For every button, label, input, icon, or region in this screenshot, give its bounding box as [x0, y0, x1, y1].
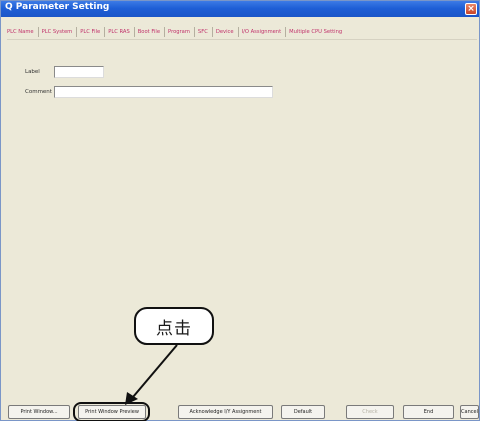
pointer-arrow-icon	[125, 344, 178, 405]
tab-boot-file[interactable]: Boot File	[133, 27, 164, 37]
tab-io-assignment[interactable]: I/O Assignment	[237, 27, 286, 37]
print-window-button[interactable]: Print Window...	[8, 405, 70, 419]
label-caption: Label	[25, 69, 40, 75]
end-button[interactable]: End	[403, 405, 454, 419]
close-button[interactable]: ×	[465, 3, 477, 15]
window-title: Q Parameter Setting	[5, 2, 110, 12]
tab-program[interactable]: Program	[164, 27, 194, 37]
tab-sfc[interactable]: SFC	[193, 27, 212, 37]
tab-device[interactable]: Device	[211, 27, 238, 37]
parameter-window: Q Parameter Setting × PLC Name PLC Syste…	[0, 0, 480, 421]
tab-bar: PLC Name PLC System PLC File PLC RAS Boo…	[7, 26, 352, 38]
cancel-button[interactable]: Cancel	[460, 405, 479, 419]
callout-text: 点击	[156, 318, 192, 339]
comment-input[interactable]	[54, 86, 273, 98]
label-input[interactable]	[54, 66, 104, 78]
title-bar[interactable]: Q Parameter Setting ×	[1, 1, 479, 17]
comment-caption: Comment	[25, 89, 52, 95]
tab-plc-ras[interactable]: PLC RAS	[104, 27, 134, 37]
tab-plc-name[interactable]: PLC Name	[7, 27, 38, 37]
tab-divider	[7, 39, 477, 40]
preview-button-highlight	[73, 402, 150, 421]
default-button[interactable]: Default	[281, 405, 325, 419]
click-callout: 点击	[134, 307, 214, 345]
acknowledge-xy-assignment-button[interactable]: Acknowledge I/Y Assignment	[178, 405, 273, 419]
check-button: Check	[346, 405, 394, 419]
tab-plc-file[interactable]: PLC File	[76, 27, 104, 37]
tab-plc-system[interactable]: PLC System	[37, 27, 77, 37]
tab-multiple-cpu-setting[interactable]: Multiple CPU Setting	[285, 27, 346, 37]
close-icon: ×	[467, 4, 475, 14]
